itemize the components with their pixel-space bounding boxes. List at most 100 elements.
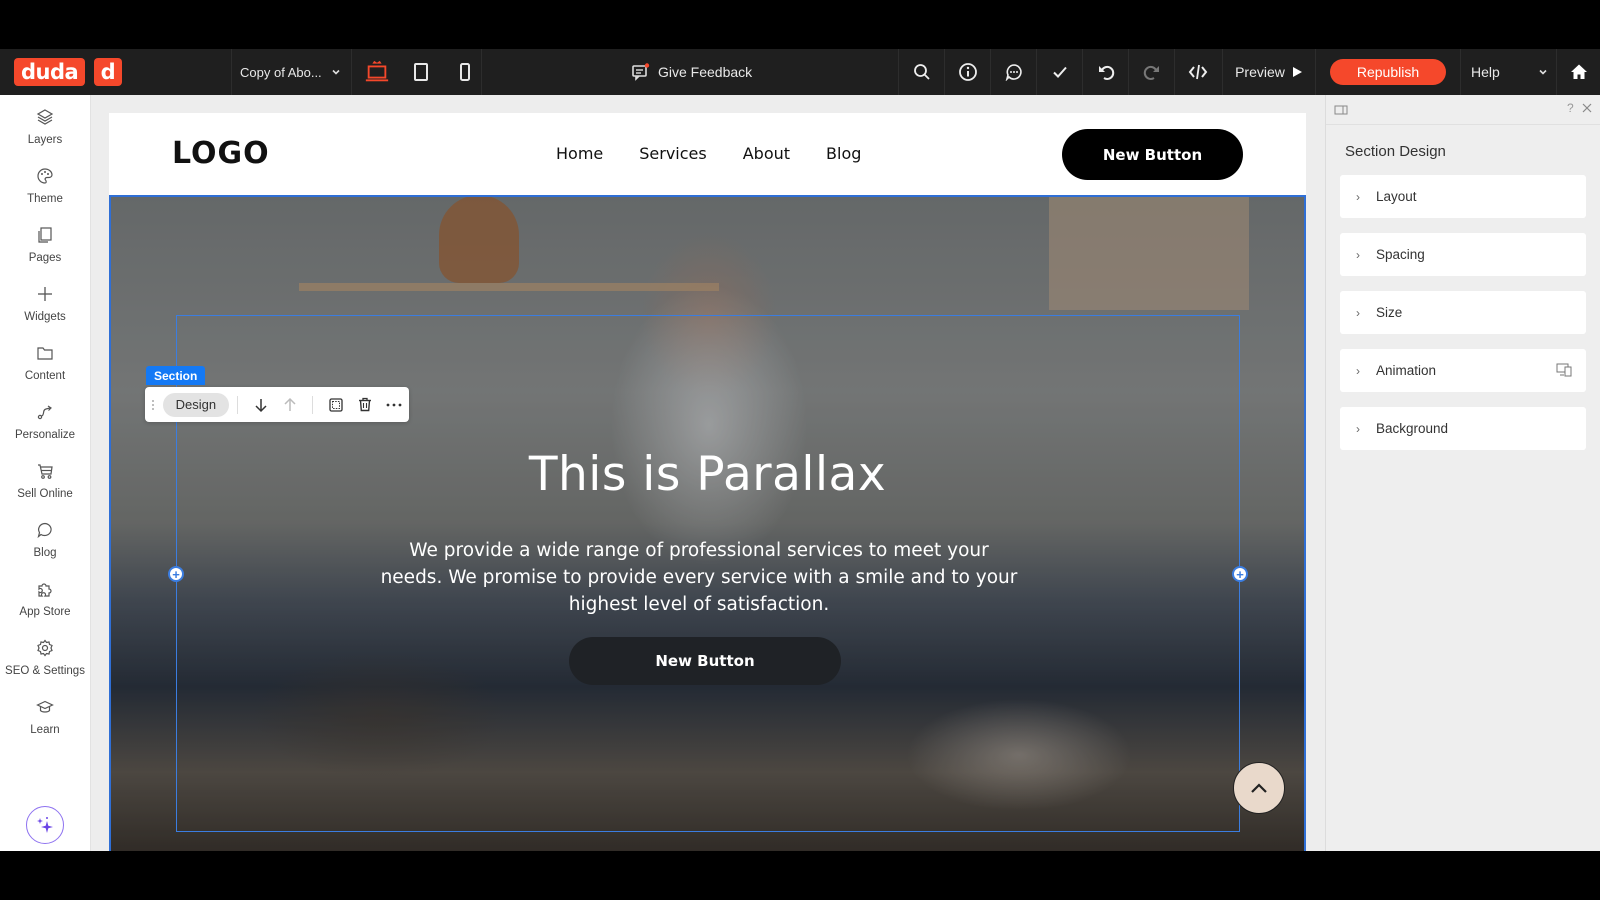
home-icon bbox=[1570, 64, 1587, 79]
help-label: Help bbox=[1471, 64, 1500, 80]
search-button[interactable] bbox=[898, 49, 944, 95]
responsive-devices-icon[interactable] bbox=[1556, 363, 1572, 380]
hero-button[interactable]: New Button bbox=[569, 637, 841, 685]
move-down-button[interactable] bbox=[246, 390, 275, 420]
info-button[interactable] bbox=[944, 49, 990, 95]
accordion-layout[interactable]: › Layout bbox=[1340, 175, 1586, 218]
help-menu[interactable]: Help bbox=[1460, 49, 1556, 95]
sidebar-item-learn[interactable]: Learn bbox=[0, 685, 90, 743]
chevron-down-icon bbox=[1539, 69, 1547, 75]
section-design-panel: ? Section Design › Layout › Spacing › Si… bbox=[1325, 95, 1600, 851]
chevron-right-icon: › bbox=[1356, 247, 1360, 262]
page-selector[interactable]: Copy of Abo... bbox=[232, 49, 352, 95]
sidebar-label: Content bbox=[24, 370, 66, 382]
dock-panel-button[interactable] bbox=[1334, 103, 1348, 121]
editor-tools bbox=[898, 49, 1220, 95]
hero-text[interactable]: We provide a wide range of professional … bbox=[379, 537, 1019, 618]
folder-icon bbox=[35, 343, 55, 363]
code-icon bbox=[1188, 64, 1207, 80]
sidebar-item-personalize[interactable]: Personalize bbox=[0, 390, 90, 448]
chevron-right-icon: › bbox=[1356, 305, 1360, 320]
sidebar-item-content[interactable]: Content bbox=[0, 331, 90, 389]
sidebar-item-app-store[interactable]: App Store bbox=[0, 567, 90, 625]
select-container-button[interactable] bbox=[321, 390, 350, 420]
hero-overlay bbox=[109, 195, 1306, 851]
republish-button[interactable]: Republish bbox=[1330, 59, 1446, 85]
give-feedback-button[interactable]: Give Feedback bbox=[632, 49, 752, 95]
sidebar-item-seo-settings[interactable]: SEO & Settings bbox=[0, 626, 90, 684]
panel-close-button[interactable] bbox=[1581, 101, 1593, 119]
sidebar-item-theme[interactable]: Theme bbox=[0, 154, 90, 212]
nav-link-services[interactable]: Services bbox=[639, 144, 706, 163]
dashboard-button[interactable]: d bbox=[94, 58, 123, 86]
accordion-spacing[interactable]: › Spacing bbox=[1340, 233, 1586, 276]
site-logo[interactable]: LOGO bbox=[172, 136, 270, 171]
sidebar-item-pages[interactable]: Pages bbox=[0, 213, 90, 271]
device-switcher bbox=[352, 49, 482, 95]
screen: duda d Copy of Abo... Give Feedback Prev… bbox=[0, 0, 1600, 900]
duda-logo[interactable]: duda bbox=[14, 58, 86, 86]
sidebar-item-blog[interactable]: Blog bbox=[0, 508, 90, 566]
trash-icon bbox=[359, 397, 372, 412]
sidebar-item-sell-online[interactable]: Sell Online bbox=[0, 449, 90, 507]
personalize-icon bbox=[35, 402, 55, 422]
chevron-up-icon bbox=[1251, 783, 1267, 793]
sidebar-label: Widgets bbox=[24, 311, 66, 323]
gear-icon bbox=[35, 638, 55, 658]
accordion-background[interactable]: › Background bbox=[1340, 407, 1586, 450]
divider bbox=[237, 395, 239, 414]
add-column-left-handle[interactable]: + bbox=[168, 566, 184, 582]
checklist-button[interactable] bbox=[1036, 49, 1082, 95]
accordion-label: Size bbox=[1376, 305, 1403, 320]
cart-icon bbox=[35, 461, 55, 481]
developer-mode-button[interactable] bbox=[1174, 49, 1220, 95]
nav-link-about[interactable]: About bbox=[743, 144, 790, 163]
page-name: Copy of Abo... bbox=[240, 64, 322, 80]
comments-button[interactable] bbox=[990, 49, 1036, 95]
section-toolbar: Design bbox=[145, 387, 409, 422]
home-button[interactable] bbox=[1556, 49, 1600, 95]
panel-help-button[interactable]: ? bbox=[1567, 101, 1574, 115]
tablet-view-button[interactable] bbox=[408, 59, 434, 85]
add-column-right-handle[interactable]: + bbox=[1232, 566, 1248, 582]
scroll-to-top-button[interactable] bbox=[1233, 762, 1285, 814]
sidebar-item-widgets[interactable]: Widgets bbox=[0, 272, 90, 330]
plus-icon: + bbox=[1236, 566, 1244, 582]
more-options-button[interactable] bbox=[380, 390, 409, 420]
check-icon bbox=[1052, 66, 1067, 78]
hero-section[interactable]: This is Parallax We provide a wide range… bbox=[109, 195, 1306, 851]
nav-link-home[interactable]: Home bbox=[556, 144, 603, 163]
info-icon bbox=[958, 63, 977, 81]
site-preview: LOGO Home Services About Blog New Button… bbox=[109, 113, 1306, 851]
comment-icon bbox=[1005, 64, 1022, 81]
header-cta-button[interactable]: New Button bbox=[1062, 129, 1243, 180]
accordion-size[interactable]: › Size bbox=[1340, 291, 1586, 334]
layers-icon bbox=[35, 107, 55, 127]
accordion-label: Spacing bbox=[1376, 247, 1425, 262]
ai-assistant-button[interactable] bbox=[26, 806, 64, 844]
mobile-icon bbox=[460, 63, 470, 81]
delete-button[interactable] bbox=[351, 390, 380, 420]
sidebar-item-layers[interactable]: Layers bbox=[0, 95, 90, 153]
move-up-button[interactable] bbox=[275, 390, 304, 420]
sparkles-icon bbox=[37, 817, 53, 833]
design-button[interactable]: Design bbox=[162, 392, 230, 417]
preview-button[interactable]: Preview bbox=[1222, 49, 1316, 95]
desktop-view-button[interactable] bbox=[364, 59, 390, 85]
give-feedback-label: Give Feedback bbox=[658, 64, 753, 80]
site-header[interactable]: LOGO Home Services About Blog New Button bbox=[109, 113, 1306, 195]
accordion-animation[interactable]: › Animation bbox=[1340, 349, 1586, 392]
undo-button[interactable] bbox=[1082, 49, 1128, 95]
desktop-icon bbox=[365, 60, 389, 82]
sidebar-label: SEO & Settings bbox=[5, 665, 85, 677]
drag-handle[interactable] bbox=[145, 399, 161, 411]
hero-title[interactable]: This is Parallax bbox=[109, 447, 1306, 502]
close-icon bbox=[1582, 103, 1592, 113]
sidebar-label: App Store bbox=[19, 606, 71, 618]
mobile-view-button[interactable] bbox=[452, 59, 478, 85]
select-box-icon bbox=[329, 397, 343, 412]
plus-icon: + bbox=[172, 566, 180, 582]
nav-link-blog[interactable]: Blog bbox=[826, 144, 861, 163]
redo-button[interactable] bbox=[1128, 49, 1174, 95]
sidebar-label: Blog bbox=[33, 547, 57, 559]
